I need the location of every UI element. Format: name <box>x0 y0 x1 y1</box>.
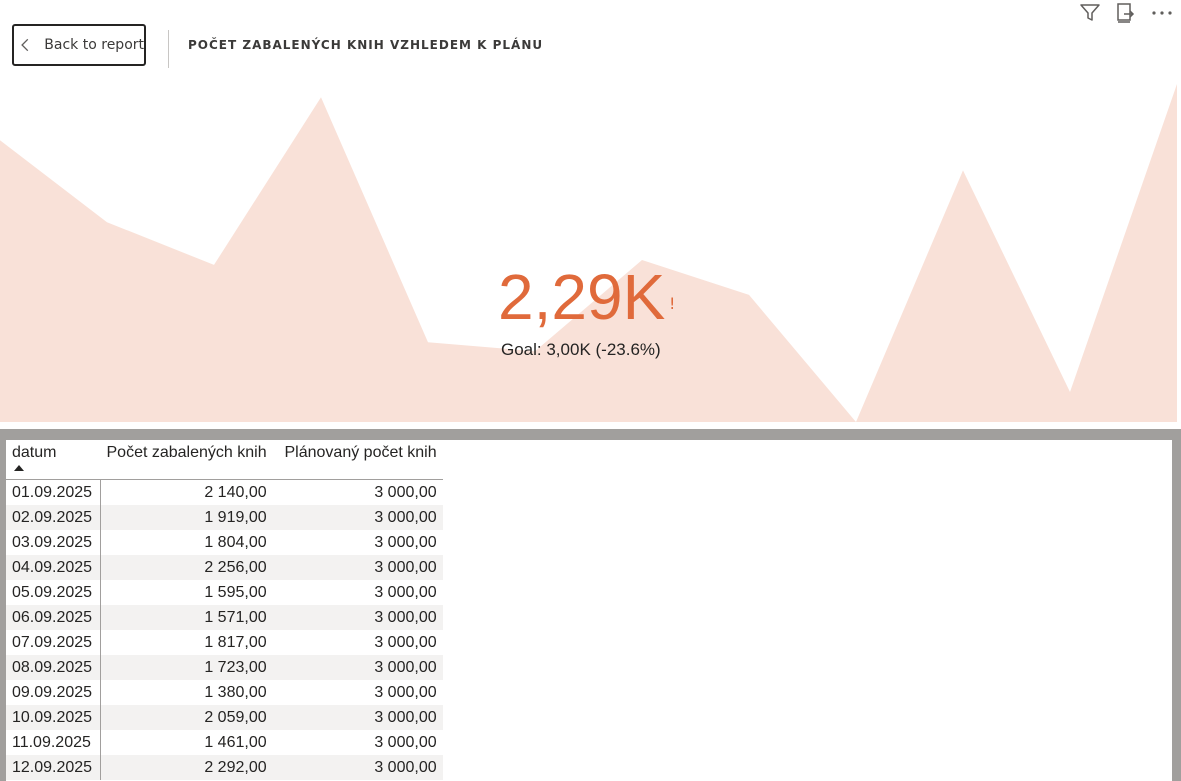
cell-pocet-zabalenych: 2 059,00 <box>204 708 267 726</box>
chevron-left-icon <box>21 38 29 52</box>
table-row[interactable]: 10.09.2025 2 059,00 3 000,00 <box>6 705 443 730</box>
cell-datum: 09.09.2025 <box>6 680 101 705</box>
data-table: datum Počet zabalených knih Plánovaný po… <box>6 440 443 780</box>
cell-planovany-pocet: 3 000,00 <box>374 683 437 701</box>
cell-pocet-zabalenych: 2 140,00 <box>204 483 267 501</box>
cell-pocet-zabalenych: 2 256,00 <box>204 558 267 576</box>
filter-icon[interactable] <box>1077 2 1103 24</box>
cell-datum: 06.09.2025 <box>6 605 101 630</box>
column-header-label: datum <box>12 444 57 461</box>
cell-planovany-pocet: 3 000,00 <box>374 733 437 751</box>
table-row[interactable]: 04.09.2025 2 256,00 3 000,00 <box>6 555 443 580</box>
cell-pocet-zabalenych: 1 817,00 <box>204 633 267 651</box>
more-options-icon[interactable] <box>1149 2 1175 24</box>
cell-datum: 08.09.2025 <box>6 655 101 680</box>
cell-planovany-pocet: 3 000,00 <box>374 608 437 626</box>
cell-datum: 07.09.2025 <box>6 630 101 655</box>
cell-pocet-zabalenych: 1 461,00 <box>204 733 267 751</box>
table-row[interactable]: 11.09.2025 1 461,00 3 000,00 <box>6 730 443 755</box>
kpi-card[interactable]: 2,29K ! Goal: 3,00K (-23.6%) <box>0 70 1181 422</box>
cell-planovany-pocet: 3 000,00 <box>374 658 437 676</box>
cell-datum: 11.09.2025 <box>6 730 101 755</box>
table-row[interactable]: 06.09.2025 1 571,00 3 000,00 <box>6 605 443 630</box>
cell-datum: 02.09.2025 <box>6 505 101 530</box>
cell-datum: 12.09.2025 <box>6 755 101 780</box>
column-header-planovany[interactable]: Plánovaný počet knih <box>273 440 443 480</box>
table-row[interactable]: 05.09.2025 1 595,00 3 000,00 <box>6 580 443 605</box>
visual-header-toolbar <box>1077 2 1175 24</box>
cell-planovany-pocet: 3 000,00 <box>374 633 437 651</box>
cell-planovany-pocet: 3 000,00 <box>374 508 437 526</box>
cell-datum: 05.09.2025 <box>6 580 101 605</box>
table-row[interactable]: 09.09.2025 1 380,00 3 000,00 <box>6 680 443 705</box>
sort-ascending-icon <box>14 465 24 471</box>
kpi-status-indicator: ! <box>669 294 676 313</box>
column-header-label: Počet zabalených knih <box>106 444 267 461</box>
cell-planovany-pocet: 3 000,00 <box>374 558 437 576</box>
table-visual[interactable]: datum Počet zabalených knih Plánovaný po… <box>6 440 1172 781</box>
cell-pocet-zabalenych: 1 571,00 <box>204 608 267 626</box>
cell-planovany-pocet: 3 000,00 <box>374 708 437 726</box>
back-to-report-button[interactable]: Back to report <box>12 24 146 66</box>
cell-pocet-zabalenych: 1 804,00 <box>204 533 267 551</box>
column-header-datum[interactable]: datum <box>6 440 101 480</box>
cell-planovany-pocet: 3 000,00 <box>374 758 437 776</box>
table-row[interactable]: 07.09.2025 1 817,00 3 000,00 <box>6 630 443 655</box>
trend-area-series <box>0 84 1177 422</box>
cell-pocet-zabalenych: 1 919,00 <box>204 508 267 526</box>
cell-pocet-zabalenych: 2 292,00 <box>204 758 267 776</box>
column-header-pocet[interactable]: Počet zabalených knih <box>101 440 273 480</box>
cell-datum: 03.09.2025 <box>6 530 101 555</box>
cell-pocet-zabalenych: 1 595,00 <box>204 583 267 601</box>
column-header-label: Plánovaný počet knih <box>284 444 437 461</box>
page-title: POČET ZABALENÝCH KNIH VZHLEDEM K PLÁNU <box>188 38 544 52</box>
table-row[interactable]: 12.09.2025 2 292,00 3 000,00 <box>6 755 443 780</box>
header-divider <box>168 30 169 68</box>
cell-pocet-zabalenych: 1 723,00 <box>204 658 267 676</box>
cell-datum: 01.09.2025 <box>6 479 101 505</box>
table-row[interactable]: 08.09.2025 1 723,00 3 000,00 <box>6 655 443 680</box>
cell-datum: 10.09.2025 <box>6 705 101 730</box>
cell-datum: 04.09.2025 <box>6 555 101 580</box>
cell-planovany-pocet: 3 000,00 <box>374 483 437 501</box>
cell-planovany-pocet: 3 000,00 <box>374 533 437 551</box>
table-row[interactable]: 02.09.2025 1 919,00 3 000,00 <box>6 505 443 530</box>
focus-mode-icon[interactable] <box>1113 2 1139 24</box>
back-to-report-label: Back to report <box>44 37 144 53</box>
kpi-value: 2,29K <box>498 261 666 333</box>
table-row[interactable]: 01.09.2025 2 140,00 3 000,00 <box>6 479 443 505</box>
kpi-trend-area <box>0 84 1177 422</box>
table-row[interactable]: 03.09.2025 1 804,00 3 000,00 <box>6 530 443 555</box>
kpi-goal: Goal: 3,00K (-23.6%) <box>501 340 661 359</box>
cell-planovany-pocet: 3 000,00 <box>374 583 437 601</box>
cell-pocet-zabalenych: 1 380,00 <box>204 683 267 701</box>
table-header-row: datum Počet zabalených knih Plánovaný po… <box>6 440 443 480</box>
